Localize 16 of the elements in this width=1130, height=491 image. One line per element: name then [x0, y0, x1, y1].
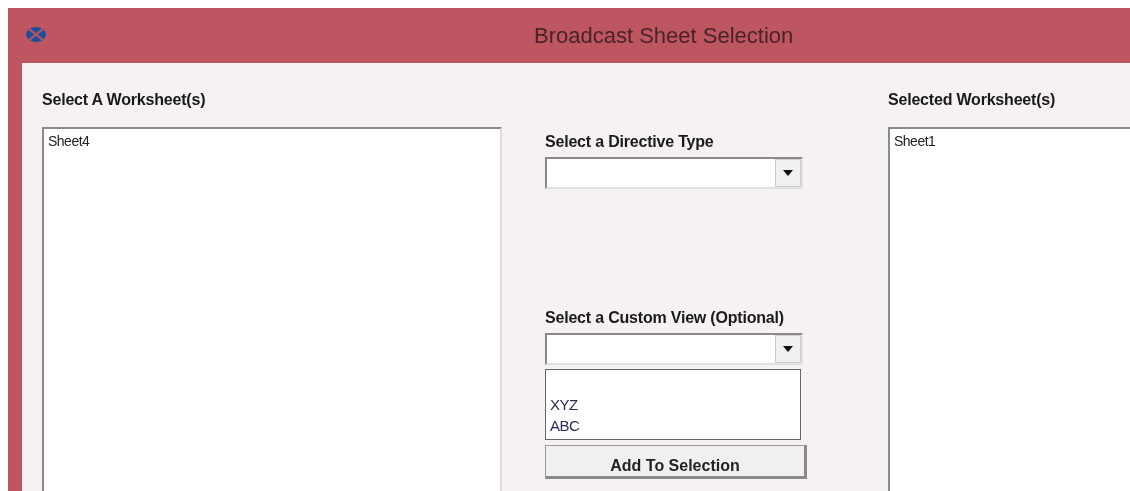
add-to-selection-button[interactable]: Add To Selection	[545, 445, 807, 479]
list-heading: Selected Worksheet(s)	[888, 91, 1057, 109]
list-item[interactable]: Sheet4	[48, 133, 496, 149]
worksheet-list[interactable]: Sheet4	[42, 127, 502, 491]
worksheet-list[interactable]: Sheet1	[888, 127, 1130, 491]
dropdown-arrow-icon	[783, 346, 793, 352]
field-label: Select a Custom View (Optional)	[545, 309, 785, 327]
dropdown-arrow-icon	[783, 170, 793, 176]
logo-icon	[25, 26, 47, 43]
list-heading: Select A Worksheet(s)	[42, 91, 207, 109]
dropdown-option[interactable]: XYZ	[550, 394, 800, 415]
list-item[interactable]: Sheet1	[894, 133, 1130, 149]
dropdown-field[interactable]	[545, 157, 803, 189]
window-title: Broadcast Sheet Selection	[534, 22, 794, 49]
field-label: Select a Directive Type	[545, 133, 715, 151]
dropdown-option[interactable]: ABC	[550, 415, 800, 436]
